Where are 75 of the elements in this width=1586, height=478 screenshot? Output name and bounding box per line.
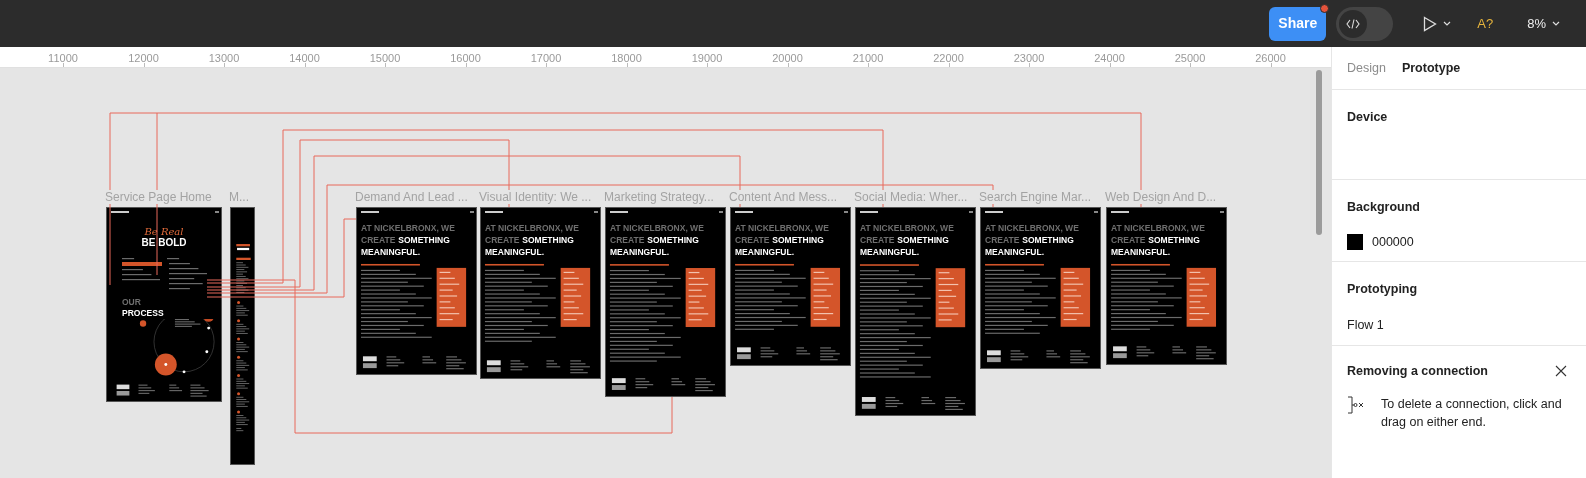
ruler-label: 14000 — [289, 51, 320, 66]
play-icon — [1423, 15, 1438, 32]
close-icon[interactable] — [1555, 365, 1567, 378]
accessibility-button[interactable]: A? — [1477, 13, 1494, 34]
headline-text: MEANINGFUL. — [735, 246, 796, 258]
ruler-label: 20000 — [772, 51, 803, 66]
headline-text: MEANINGFUL. — [985, 246, 1046, 258]
headline-text: AT NICKELBRONX, WE — [985, 222, 1080, 234]
headline-text: CREATE — [985, 234, 1020, 246]
headline-text: AT NICKELBRONX, WE — [610, 222, 705, 234]
headline-text: SOMETHING — [522, 234, 574, 246]
headline-text: AT NICKELBRONX, WE — [485, 222, 580, 234]
zoom-menu[interactable]: 8% — [1527, 13, 1560, 34]
connection-delete-icon — [1347, 395, 1365, 414]
headline-text: CREATE — [860, 234, 895, 246]
ruler-label: 24000 — [1094, 51, 1125, 66]
headline-text: AT NICKELBRONX, WE — [735, 222, 830, 234]
color-swatch[interactable] — [1347, 234, 1363, 251]
dev-mode-toggle[interactable] — [1336, 6, 1394, 41]
chevron-down-icon — [1552, 21, 1560, 26]
ruler-label: 12000 — [128, 51, 159, 66]
frame[interactable]: Be Real BE BOLD OUR PROCESS — [106, 207, 222, 402]
frame[interactable]: AT NICKELBRONX, WE CREATE SOMETHING MEANINGFUL. — [980, 207, 1101, 369]
ruler-label: 11000 — [48, 51, 78, 66]
section-heading: PROCESS — [122, 308, 165, 319]
ruler-label: 19000 — [691, 51, 723, 66]
ruler-label: 18000 — [611, 51, 642, 66]
scrollbar[interactable] — [1316, 70, 1322, 235]
ruler-label: 23000 — [1013, 51, 1045, 66]
headline-text: CREATE — [610, 234, 645, 246]
headline-text: MEANINGFUL. — [610, 246, 671, 258]
code-icon — [1346, 18, 1361, 29]
headline-text: AT NICKELBRONX, WE — [1111, 222, 1206, 234]
ruler-label: 21000 — [852, 51, 884, 66]
headline-text: MEANINGFUL. — [485, 246, 546, 258]
headline-text: CREATE — [485, 234, 520, 246]
tip-text: To delete a connection, click and drag on either end. — [1381, 395, 1563, 431]
headline-text: MEANINGFUL. — [361, 246, 422, 258]
ruler-label: 22000 — [933, 51, 964, 66]
frame[interactable]: AT NICKELBRONX, WE CREATE SOMETHING MEANINGFUL. — [480, 207, 601, 379]
headline-text: CREATE — [735, 234, 770, 246]
headline-text: SOMETHING — [897, 234, 949, 246]
panel-tab[interactable]: Prototype — [1401, 58, 1461, 78]
headline-text: AT NICKELBRONX, WE — [361, 222, 456, 234]
frame[interactable]: AT NICKELBRONX, WE CREATE SOMETHING MEANINGFUL. — [1106, 207, 1227, 365]
headline-text: SOMETHING — [1022, 234, 1074, 246]
headline-text: MEANINGFUL. — [860, 246, 921, 258]
ruler-label: 16000 — [450, 51, 481, 66]
headline-text: CREATE — [361, 234, 396, 246]
headline-text: AT NICKELBRONX, WE — [860, 222, 955, 234]
frame[interactable]: AT NICKELBRONX, WE CREATE SOMETHING MEANINGFUL. — [730, 207, 851, 366]
frame[interactable]: AT NICKELBRONX, WE CREATE SOMETHING MEANINGFUL. — [855, 207, 976, 416]
section-title: Prototyping — [1347, 281, 1419, 298]
script-text: Be Real — [144, 227, 184, 237]
headline-text: CREATE — [1111, 234, 1146, 246]
ruler-label: 26000 — [1255, 51, 1286, 66]
ruler-label: 15000 — [369, 51, 401, 66]
section-title: Background — [1347, 199, 1421, 216]
frame[interactable]: AT NICKELBRONX, WE CREATE SOMETHING MEANINGFUL. — [605, 207, 726, 397]
ruler-label: 17000 — [530, 51, 562, 66]
frame[interactable]: AT NICKELBRONX, WE CREATE SOMETHING MEANINGFUL. — [356, 207, 477, 375]
ruler-label: 25000 — [1174, 51, 1206, 66]
headline-text: SOMETHING — [772, 234, 824, 246]
headline-text: SOMETHING — [647, 234, 699, 246]
headline-text: SOMETHING — [398, 234, 450, 246]
ruler-label: 13000 — [208, 51, 240, 66]
headline-text: SOMETHING — [1148, 234, 1200, 246]
chevron-down-icon — [1443, 21, 1452, 26]
section-heading: OUR — [122, 297, 142, 308]
headline-text: BE BOLD — [141, 237, 187, 249]
headline-text: MEANINGFUL. — [1111, 246, 1172, 258]
tip-title: Removing a connection — [1347, 363, 1488, 380]
flow-item[interactable]: Flow 1 — [1347, 315, 1571, 335]
color-value[interactable]: 000000 — [1372, 232, 1414, 252]
section-title: Device — [1347, 109, 1389, 126]
